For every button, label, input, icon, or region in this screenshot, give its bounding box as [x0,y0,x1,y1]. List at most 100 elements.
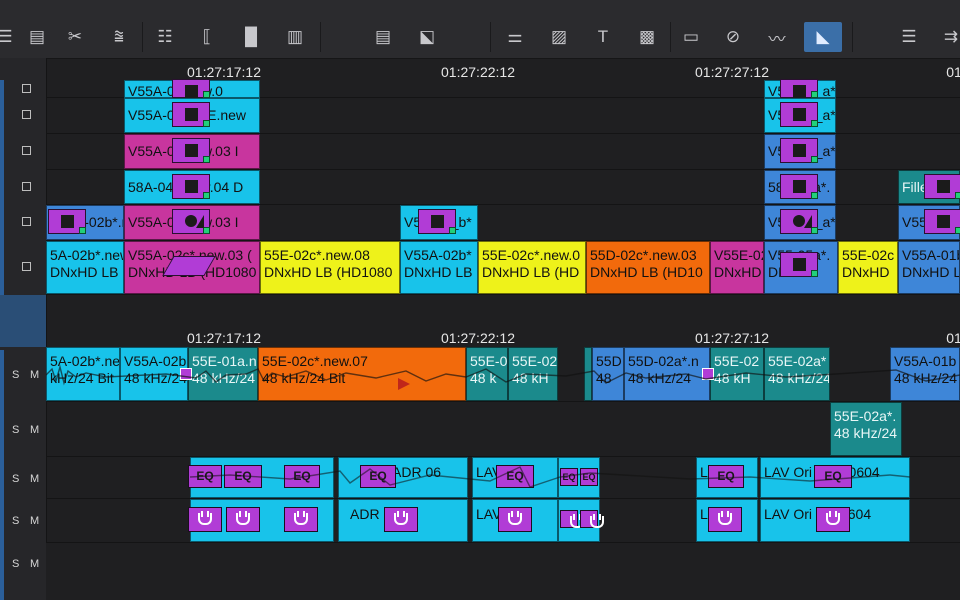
plugin-icon[interactable] [226,507,260,532]
effect-icon[interactable] [48,209,86,234]
eq-effect-icon[interactable]: EQ [188,465,222,488]
audio-clip[interactable]: 55E-02a*. 48 kHz/24 [830,402,902,456]
video-clip[interactable]: V55A-02b* DNxHD LB [400,241,478,294]
filmstrip-icon[interactable]: ▥ [280,22,310,52]
audio-clip[interactable]: 55D 48 [592,347,624,401]
video-clip[interactable]: V55A-01bDNxHD LB [898,241,960,294]
effect-icon[interactable] [418,209,456,234]
solo-button[interactable]: S [12,515,19,527]
eq-effect-icon[interactable]: EQ [814,465,852,488]
text-tool-icon[interactable]: T [588,22,618,52]
eq-effect-icon[interactable]: EQ [580,468,598,486]
plugin-icon[interactable] [560,510,584,528]
solo-button[interactable]: S [12,369,19,381]
keyframe-icon[interactable] [702,368,714,380]
audio-clip[interactable]: 55E-0 48 k [466,347,508,401]
plugin-icon[interactable] [708,507,742,532]
arrow-icon[interactable]: ⇉ [936,22,960,52]
eq-effect-icon[interactable]: EQ [360,465,396,488]
effect-icon[interactable] [780,209,818,234]
audio-clip[interactable]: ADR 06 [338,457,468,498]
scissors-icon[interactable]: ✂ [60,22,90,52]
film-icon[interactable]: ▭ [676,22,706,52]
video-clip[interactable]: 5A-02b*.new.0DNxHD LB (HD [46,241,124,294]
plugin-icon[interactable] [580,510,604,528]
video-clip[interactable]: 55D-02c*.new.03 DNxHD LB (HD10 [586,241,710,294]
ruler-icon[interactable]: ▨ [544,22,574,52]
audio-clip[interactable]: 55E-02 48 kH [710,347,764,401]
audio-clip[interactable]: 55E-02a* 48 kHz/24 [764,347,830,401]
video-clip[interactable]: 55E-02c*.new.08 DNxHD LB (HD1080 [260,241,400,294]
track-visibility-toggle[interactable] [22,84,31,93]
effect-icon[interactable] [780,174,818,199]
track-visibility-toggle[interactable] [22,146,31,155]
video-clip[interactable]: V55E-02 DNxHD [710,241,764,294]
list-icon[interactable]: ☰ [0,22,20,52]
empty-audio-track[interactable] [46,543,960,600]
effect-icon[interactable] [172,102,210,127]
track-visibility-toggle[interactable] [22,217,31,226]
timeline-toolbar: ☰ ▤ ✂ ⩰ ☷ ⟦ ▐▌ ▥ ▤ ⬕ ⚌ ▨ T ▩ ▭ ⊘ 〰 ◣ ☰ ⇉ [0,0,960,59]
solo-button[interactable]: S [12,558,19,570]
audio-clip[interactable]: 55E-01a.n 48 kHz/24 [188,347,258,401]
mute-button[interactable]: M [30,424,39,436]
eq-effect-icon[interactable]: EQ [284,465,320,488]
effect-icon[interactable] [172,209,210,234]
video-clip[interactable]: 55E-02c DNxHD [838,241,898,294]
gradient-icon[interactable]: ▩ [632,22,662,52]
track-visibility-toggle[interactable] [22,182,31,191]
no-icon[interactable]: ⊘ [718,22,748,52]
eq-effect-icon[interactable]: EQ [496,465,534,488]
effect-icon[interactable] [780,138,818,163]
list-2-icon[interactable]: ▤ [368,22,398,52]
effect-icon[interactable] [172,138,210,163]
plugin-icon[interactable] [384,507,418,532]
eq-effect-icon[interactable]: EQ [708,465,744,488]
audio-clip[interactable]: 55D-02a*.n 48 kHz/24 [624,347,710,401]
video-header-accent [0,80,4,295]
video-clip[interactable]: 55E-02c*.new.0 DNxHD LB (HD [478,241,586,294]
mute-button[interactable]: M [30,558,39,570]
effect-icon[interactable] [924,174,960,199]
audio-header-accent [0,350,4,600]
pause-bars-icon[interactable]: ▐▌ [236,22,266,52]
audio-clip[interactable] [584,347,592,401]
plugin-icon[interactable] [498,507,532,532]
plugin-icon[interactable] [816,507,850,532]
effect-icon[interactable] [172,174,210,199]
resize-effect-icon[interactable] [780,252,818,277]
keyframe-icon[interactable] [180,368,192,380]
track-list-icon[interactable]: ☷ [150,22,180,52]
split-icon[interactable]: ⟦ [192,22,222,52]
audio-clip[interactable]: 55E-02 48 kH [508,347,558,401]
timecode: 01 [946,64,960,80]
curve-icon[interactable]: 〰 [762,22,792,52]
align-icon[interactable]: ☰ [894,22,924,52]
plugin-icon[interactable] [284,507,318,532]
motion-icon[interactable]: ⬕ [412,22,442,52]
effect-icon[interactable] [172,79,210,98]
track-visibility-toggle[interactable] [22,262,31,271]
effect-icon[interactable] [924,209,960,234]
lift-icon[interactable]: ⩰ [104,22,134,52]
mute-button[interactable]: M [30,515,39,527]
list-icon[interactable]: ▤ [22,22,52,52]
effect-icon[interactable] [780,79,818,98]
solo-button[interactable]: S [12,424,19,436]
audio-clip[interactable]: 5A-02b*.ne kHz/24 Bit [46,347,120,401]
track-visibility-toggle[interactable] [22,110,31,119]
ramp-icon[interactable]: ◣ [804,22,842,52]
timecode: 01:27:22:12 [441,64,515,80]
audio-clip[interactable]: 55E-02c*.new.07 48 kHz/24 Bit [258,347,466,401]
mute-button[interactable]: M [30,473,39,485]
timecode: 01:27:27:12 [695,330,769,346]
solo-button[interactable]: S [12,473,19,485]
effect-icon[interactable] [780,102,818,127]
audio-clip[interactable]: V55A-01b 48 kHz/24 [890,347,960,401]
plugin-icon[interactable] [188,507,222,532]
eq-effect-icon[interactable]: EQ [560,468,578,486]
eq-effect-icon[interactable]: EQ [224,465,262,488]
mute-button[interactable]: M [30,369,39,381]
audio-clip[interactable]: V55A-02b 48 kHz/24 [120,347,188,401]
sliders-icon[interactable]: ⚌ [500,22,530,52]
